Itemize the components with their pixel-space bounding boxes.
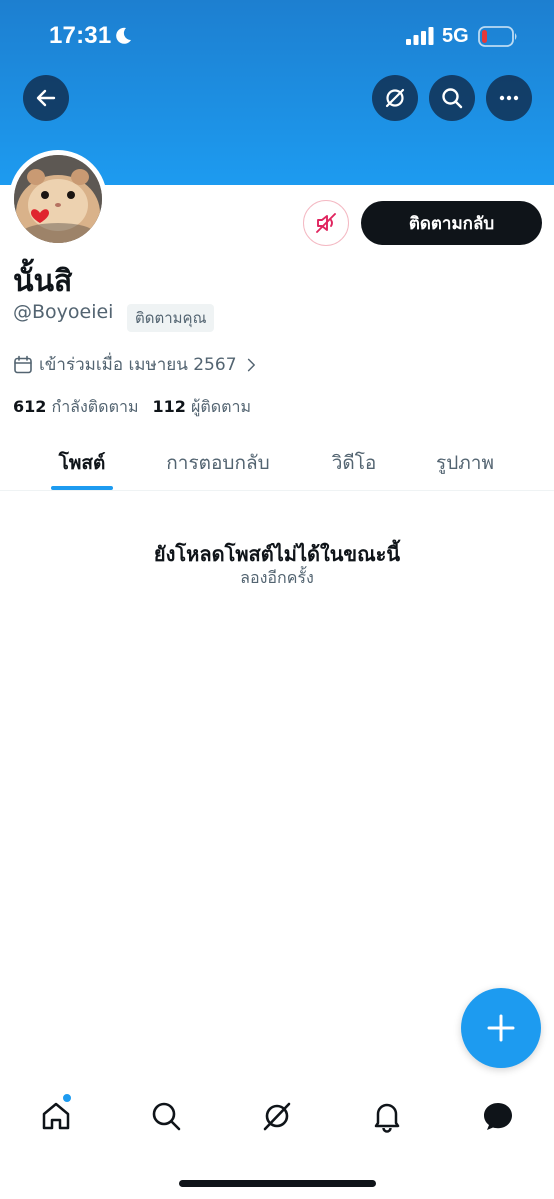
grok-icon — [263, 1102, 291, 1131]
tab-videos[interactable]: วิดีโอ — [332, 448, 377, 478]
display-name: นั้นสิ — [13, 264, 73, 299]
following-stat[interactable]: 612 กำลังติดตาม — [13, 395, 139, 420]
tab-photos[interactable]: รูปภาพ — [436, 448, 494, 478]
more-button[interactable] — [486, 75, 532, 121]
followers-count: 112 — [152, 397, 186, 416]
messages-icon — [484, 1103, 512, 1130]
nav-notifications[interactable] — [367, 1096, 407, 1136]
profile-tabs: โพสต์ การตอบกลับ วิดีโอ รูปภาพ — [0, 430, 554, 491]
profile-screen: 17:31 5G ติดตามกลับ นั้นสิ @Boyoeiei ติด… — [0, 0, 554, 1199]
search-button[interactable] — [429, 75, 475, 121]
compose-button[interactable] — [461, 988, 541, 1068]
battery-icon — [478, 26, 517, 47]
following-label: กำลังติดตาม — [51, 397, 139, 416]
follow-stats: 612 กำลังติดตาม 112 ผู้ติดตาม — [13, 395, 251, 420]
bell-icon — [374, 1103, 400, 1133]
active-tab-indicator — [51, 486, 113, 490]
home-indicator — [179, 1180, 376, 1187]
chevron-right-icon — [247, 358, 255, 371]
back-button[interactable] — [23, 75, 69, 121]
notification-dot — [62, 1093, 72, 1103]
followers-label: ผู้ติดตาม — [191, 397, 252, 416]
grok-icon — [385, 88, 405, 108]
nav-messages[interactable] — [478, 1096, 518, 1136]
tab-posts[interactable]: โพสต์ — [59, 448, 106, 478]
search-icon — [152, 1102, 181, 1131]
joined-date[interactable]: เข้าร่วมเมื่อ เมษายน 2567 — [13, 351, 259, 378]
unmute-button[interactable] — [303, 200, 349, 246]
follow-back-button[interactable]: ติดตามกลับ — [361, 201, 542, 245]
retry-link[interactable]: ลองอีกครั้ง — [0, 566, 554, 591]
status-bar: 17:31 5G — [0, 0, 554, 72]
grok-button[interactable] — [372, 75, 418, 121]
hamster-picture — [14, 155, 102, 243]
handle: @Boyoeiei — [13, 301, 114, 323]
plus-icon — [487, 1014, 515, 1042]
calendar-icon — [14, 355, 32, 373]
nav-search[interactable] — [146, 1096, 186, 1136]
moon-icon — [116, 27, 131, 44]
muted-speaker-icon — [316, 213, 336, 233]
avatar-image — [14, 155, 102, 243]
status-time: 17:31 — [49, 22, 112, 49]
avatar[interactable] — [9, 150, 107, 248]
search-icon — [442, 88, 463, 109]
joined-label: เข้าร่วมเมื่อ เมษายน 2567 — [39, 355, 237, 375]
tab-replies[interactable]: การตอบกลับ — [166, 448, 269, 478]
signal-icon — [406, 27, 434, 45]
more-icon — [499, 95, 519, 101]
following-count: 612 — [13, 397, 47, 416]
network-label: 5G — [442, 25, 469, 47]
follows-you-badge: ติดตามคุณ — [127, 304, 215, 332]
nav-grok[interactable] — [257, 1096, 297, 1136]
home-icon — [42, 1102, 70, 1130]
followers-stat[interactable]: 112 ผู้ติดตาม — [153, 395, 252, 420]
arrow-left-icon — [36, 89, 56, 107]
